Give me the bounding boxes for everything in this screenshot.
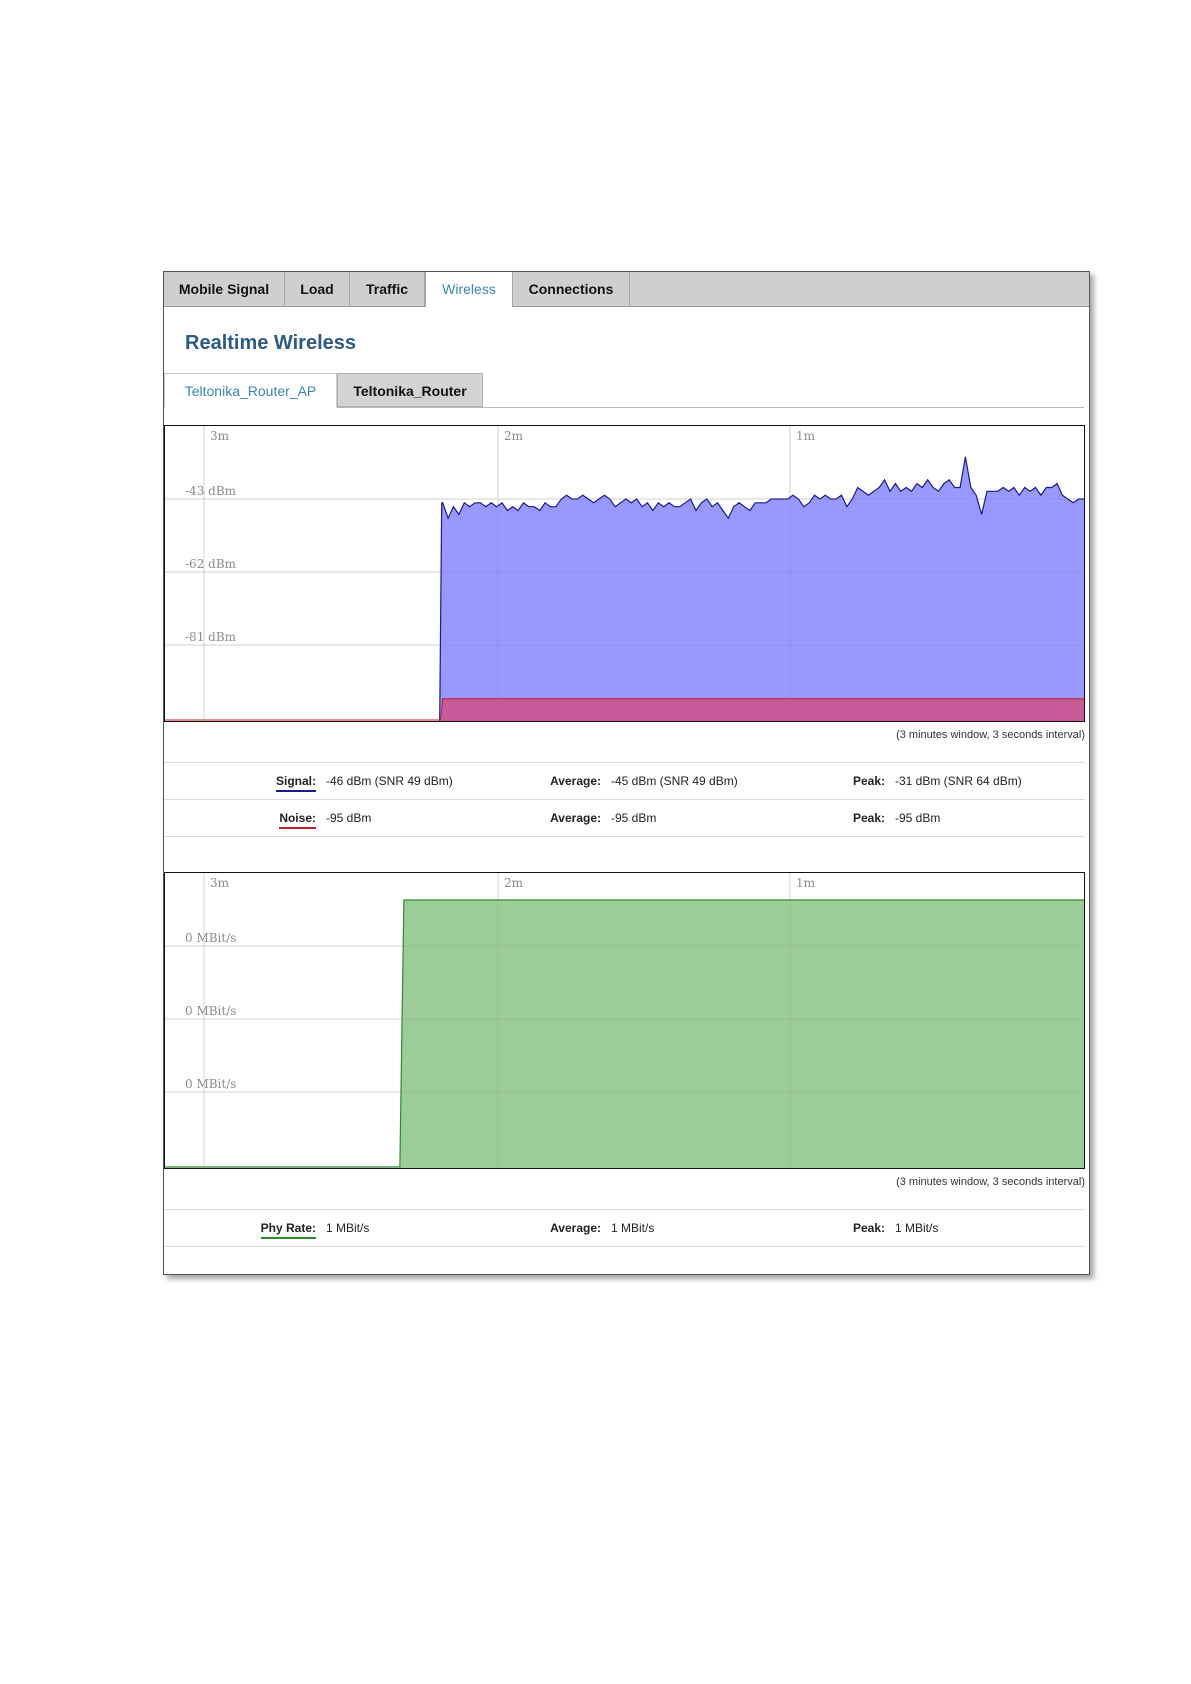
rate-y-label: 0 MBit/s — [185, 1077, 236, 1091]
realtime-panel: Mobile Signal Load Traffic Wireless Conn… — [163, 271, 1090, 1275]
subtab-teltonika-router-ap[interactable]: Teltonika_Router_AP — [164, 373, 337, 408]
signal-peak-value: -31 dBm (SNR 64 dBm) — [895, 774, 1022, 788]
signal-chart-svg: 3m 2m 1m -43 dBm -62 dBm -81 dBm — [165, 426, 1084, 721]
tab-wireless[interactable]: Wireless — [425, 272, 513, 307]
signal-time-label: 3m — [210, 429, 230, 443]
phy-rate-peak-label: Peak: — [852, 1221, 885, 1235]
signal-stat-row: Signal: -46 dBm (SNR 49 dBm) Average: -4… — [164, 762, 1085, 799]
signal-average-label: Average: — [550, 774, 601, 788]
signal-window-note: (3 minutes window, 3 seconds interval) — [896, 729, 1085, 741]
tab-connections[interactable]: Connections — [513, 272, 630, 306]
noise-peak-value: -95 dBm — [895, 811, 941, 825]
tab-mobile-signal[interactable]: Mobile Signal — [164, 272, 285, 306]
signal-chart: 3m 2m 1m -43 dBm -62 dBm -81 dBm — [164, 425, 1085, 722]
signal-label: Signal: — [164, 763, 316, 799]
phy-rate-average-value: 1 MBit/s — [611, 1221, 655, 1235]
rate-y-label: 0 MBit/s — [185, 931, 236, 945]
noise-average-label: Average: — [550, 811, 601, 825]
tab-load[interactable]: Load — [285, 272, 350, 306]
signal-time-label: 2m — [504, 429, 524, 443]
page-title: Realtime Wireless — [185, 332, 357, 354]
signal-average-value: -45 dBm (SNR 49 dBm) — [611, 774, 738, 788]
signal-y-label: -43 dBm — [185, 484, 237, 498]
top-tab-bar: Mobile Signal Load Traffic Wireless Conn… — [164, 272, 1089, 307]
phy-rate-chart: 3m 2m 1m 0 MBit/s 0 MBit/s 0 MBit/s — [164, 872, 1085, 1169]
rate-time-label: 1m — [796, 876, 816, 890]
noise-average-value: -95 dBm — [611, 811, 657, 825]
rate-time-label: 2m — [504, 876, 524, 890]
signal-area — [439, 456, 1084, 721]
noise-label: Noise: — [164, 800, 316, 836]
phy-rate-value: 1 MBit/s — [326, 1221, 370, 1235]
subtab-teltonika-router[interactable]: Teltonika_Router — [337, 373, 483, 407]
signal-y-label: -81 dBm — [185, 630, 237, 644]
rate-time-label: 3m — [210, 876, 230, 890]
signal-peak-label: Peak: — [852, 774, 885, 788]
rate-window-note: (3 minutes window, 3 seconds interval) — [896, 1176, 1085, 1188]
noise-area — [441, 698, 1084, 721]
phy-rate-peak-value: 1 MBit/s — [895, 1221, 939, 1235]
noise-value: -95 dBm — [326, 811, 372, 825]
phy-rate-label: Phy Rate: — [164, 1210, 316, 1246]
phy-rate-stat-row: Phy Rate: 1 MBit/s Average: 1 MBit/s Pea… — [164, 1209, 1085, 1247]
signal-time-label: 1m — [796, 429, 816, 443]
phy-rate-area — [399, 900, 1084, 1168]
noise-stat-row: Noise: -95 dBm Average: -95 dBm Peak: -9… — [164, 799, 1085, 837]
phy-rate-average-label: Average: — [550, 1221, 601, 1235]
tab-traffic[interactable]: Traffic — [350, 272, 425, 306]
rate-y-label: 0 MBit/s — [185, 1004, 236, 1018]
signal-value: -46 dBm (SNR 49 dBm) — [326, 774, 453, 788]
noise-peak-label: Peak: — [852, 811, 885, 825]
signal-y-label: -62 dBm — [185, 557, 237, 571]
phy-rate-chart-svg: 3m 2m 1m 0 MBit/s 0 MBit/s 0 MBit/s — [165, 873, 1084, 1168]
